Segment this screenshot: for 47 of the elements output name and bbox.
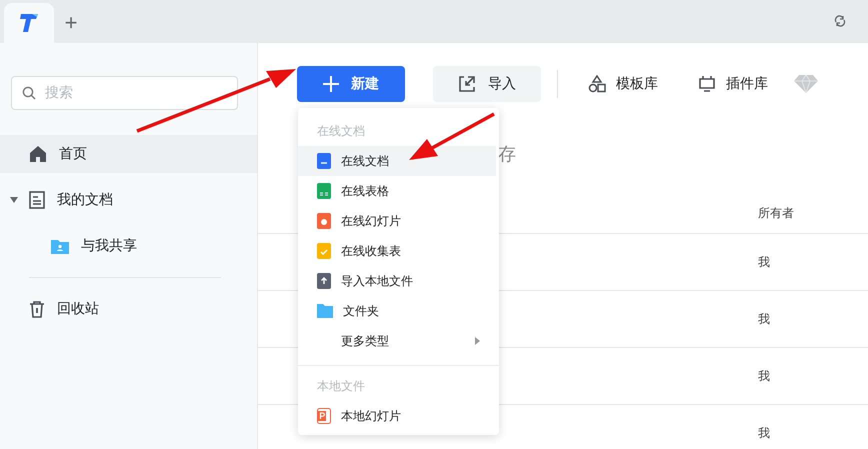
menu-item[interactable]: 在线幻灯片: [298, 206, 496, 236]
trash-icon: [29, 300, 45, 318]
document-icon: [317, 153, 331, 169]
checkmark-form-icon: [317, 243, 331, 259]
plus-icon: [323, 76, 339, 92]
shapes-icon: [588, 75, 606, 93]
owner-cell: 我: [758, 424, 770, 442]
import-icon: [458, 75, 476, 93]
search-icon: [22, 86, 36, 100]
menu-item[interactable]: 在线收集表: [298, 236, 496, 266]
refresh-icon[interactable]: [834, 15, 846, 27]
menu-item[interactable]: 文件夹: [298, 296, 496, 326]
toolbar-link[interactable]: 插件库: [684, 66, 782, 102]
plug-icon: [698, 75, 716, 93]
home-icon: [29, 145, 47, 163]
spreadsheet-icon: [317, 183, 331, 199]
new-tab-button[interactable]: +: [54, 3, 88, 43]
column-header: 所有者: [758, 204, 794, 222]
owner-cell: 我: [758, 368, 770, 384]
sidebar-item[interactable]: 与我共享: [0, 227, 257, 265]
menu-section-header: 本地文件: [317, 378, 365, 395]
app-tab[interactable]: [4, 3, 54, 43]
app-logo-icon: [18, 13, 40, 33]
shared-folder-icon: [51, 238, 69, 254]
document-icon: [29, 191, 45, 209]
sidebar-item[interactable]: 首页: [0, 135, 257, 173]
folder-icon: [317, 304, 333, 318]
submenu-arrow-icon: [475, 337, 480, 345]
menu-item[interactable]: 在线表格: [298, 176, 496, 206]
slides-icon: [317, 213, 331, 229]
new-button[interactable]: 新建: [297, 66, 405, 102]
slides-file-icon: [317, 408, 331, 424]
menu-section-header: 在线文档: [317, 123, 365, 140]
toolbar-link[interactable]: 模板库: [574, 66, 672, 102]
import-button[interactable]: 导入: [433, 66, 541, 102]
upload-icon: [317, 273, 331, 289]
menu-item[interactable]: 在线文档: [298, 146, 496, 176]
menu-item[interactable]: 更多类型: [298, 326, 496, 356]
menu-item[interactable]: 导入本地文件: [298, 266, 496, 296]
owner-cell: 我: [758, 310, 770, 328]
menu-item[interactable]: 本地幻灯片: [298, 401, 496, 431]
sidebar-item[interactable]: 回收站: [0, 290, 257, 328]
search-field[interactable]: 搜索: [11, 76, 238, 110]
section-heading: 存: [498, 143, 517, 166]
sidebar-item[interactable]: 我的文档: [0, 181, 257, 219]
caret-icon[interactable]: [10, 196, 18, 204]
owner-cell: 我: [758, 254, 770, 270]
